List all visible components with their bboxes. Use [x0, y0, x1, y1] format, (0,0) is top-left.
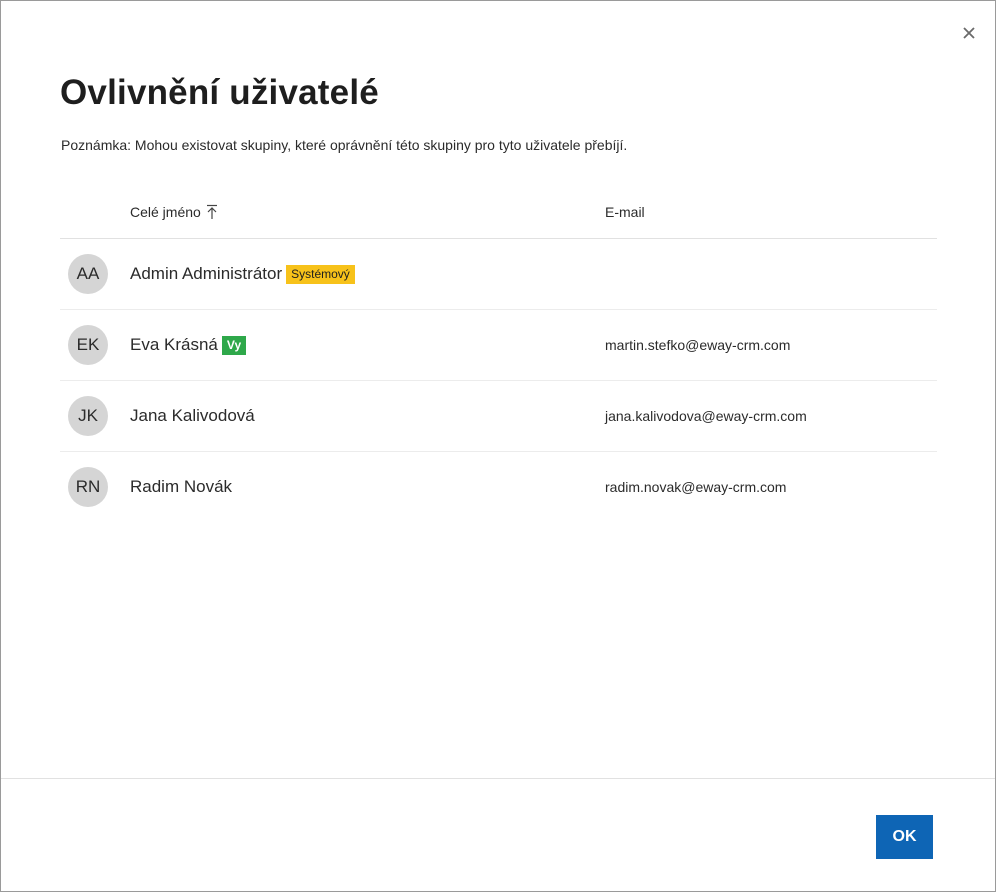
avatar: EK	[68, 325, 108, 365]
avatar: JK	[68, 396, 108, 436]
column-header-name-label: Celé jméno	[130, 204, 201, 220]
user-email: martin.stefko@eway-crm.com	[605, 337, 791, 353]
table-row[interactable]: AA Admin Administrátor Systémový	[60, 239, 937, 310]
user-name-cell: Admin Administrátor Systémový	[130, 264, 355, 284]
user-name-cell: Radim Novák	[130, 477, 232, 497]
user-name-cell: Eva Krásná Vy	[130, 335, 247, 355]
you-badge: Vy	[221, 335, 247, 355]
avatar: RN	[68, 467, 108, 507]
sort-ascending-icon	[206, 204, 218, 220]
user-name-cell: Jana Kalivodová	[130, 406, 255, 426]
close-icon[interactable]	[960, 24, 978, 42]
user-email: jana.kalivodova@eway-crm.com	[605, 408, 807, 424]
user-email: radim.novak@eway-crm.com	[605, 479, 787, 495]
column-header-email[interactable]: E-mail	[605, 204, 645, 220]
dialog-title: Ovlivnění uživatelé	[60, 73, 379, 112]
user-name: Admin Administrátor	[130, 264, 283, 283]
table-header: Celé jméno E-mail	[60, 187, 937, 239]
users-table: Celé jméno E-mail AA Admin Administrátor S…	[60, 187, 937, 522]
affected-users-dialog: Ovlivnění uživatelé Poznámka: Mohou exis…	[0, 0, 996, 892]
footer-divider	[1, 778, 995, 779]
dialog-note: Poznámka: Mohou existovat skupiny, které…	[61, 137, 628, 153]
table-row[interactable]: JK Jana Kalivodová jana.kalivodova@eway-cr…	[60, 381, 937, 452]
user-name: Eva Krásná	[130, 335, 218, 354]
table-body: AA Admin Administrátor Systémový EK Eva Krás…	[60, 239, 937, 522]
ok-button[interactable]: OK	[876, 815, 933, 859]
avatar: AA	[68, 254, 108, 294]
table-row[interactable]: RN Radim Novák radim.novak@eway-crm.com	[60, 452, 937, 522]
user-name: Jana Kalivodová	[130, 406, 255, 425]
column-header-name[interactable]: Celé jméno	[130, 204, 218, 220]
system-badge: Systémový	[286, 264, 355, 284]
table-row[interactable]: EK Eva Krásná Vy martin.stefko@eway-crm.com	[60, 310, 937, 381]
user-name: Radim Novák	[130, 477, 233, 496]
